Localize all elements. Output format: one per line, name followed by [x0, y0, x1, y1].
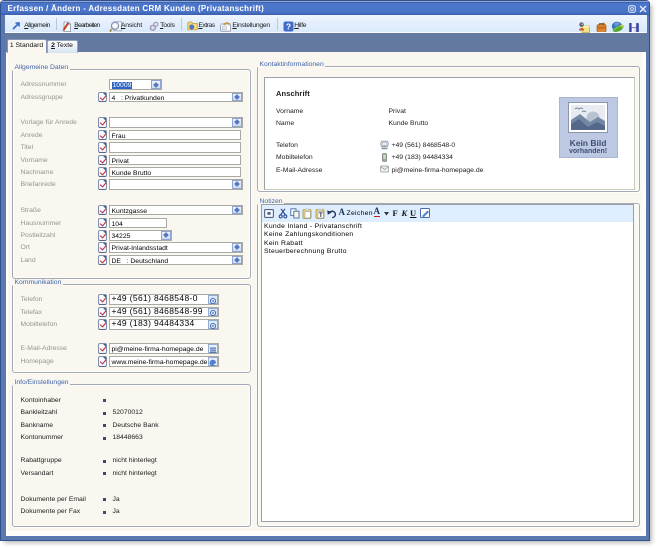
svg-text:?: ? [285, 22, 290, 32]
svg-text:T: T [318, 213, 322, 219]
